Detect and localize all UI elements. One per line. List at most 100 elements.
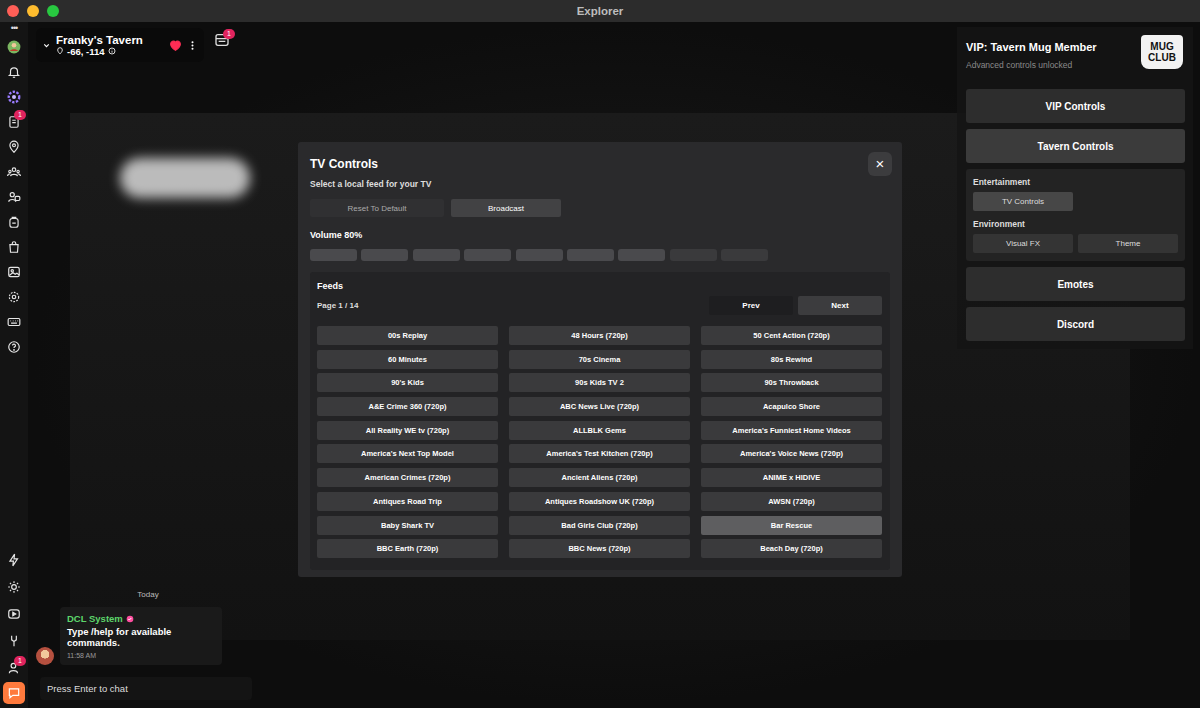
- place-card: Franky's Tavern -66, -114: [36, 28, 204, 62]
- menu-dots[interactable]: •••: [11, 22, 17, 34]
- page-button[interactable]: Next: [798, 296, 882, 315]
- section-title: Entertainment: [973, 177, 1178, 187]
- vip-menu-button[interactable]: VIP Controls: [966, 89, 1185, 123]
- feed-button[interactable]: A&E Crime 360 (720p): [317, 397, 498, 416]
- sidebar-item[interactable]: 1: [2, 109, 26, 134]
- vip-link-button[interactable]: Emotes: [966, 267, 1185, 301]
- feed-button[interactable]: 90s Throwback: [701, 373, 882, 392]
- sender-name[interactable]: DCL System: [67, 613, 215, 624]
- feed-button[interactable]: Antiques Road Trip: [317, 492, 498, 511]
- chat-input[interactable]: [40, 677, 252, 700]
- heart-icon[interactable]: [169, 39, 182, 52]
- world-view[interactable]: Franky's Tavern -66, -114 1VIP: Tavern M…: [28, 22, 1200, 708]
- section-buttons: Visual FX Theme: [973, 234, 1178, 253]
- feed-button[interactable]: AWSN (720p): [701, 492, 882, 511]
- logo-text: MUG: [1150, 41, 1173, 52]
- feed-button[interactable]: 00s Replay: [317, 326, 498, 345]
- bag-icon: [7, 240, 21, 254]
- volume-segment[interactable]: [413, 249, 460, 261]
- sidebar-item[interactable]: [2, 547, 26, 573]
- verified-icon: [126, 615, 134, 623]
- sidebar-item[interactable]: [2, 259, 26, 284]
- feed-button[interactable]: American Crimes (720p): [317, 468, 498, 487]
- feed-button[interactable]: 90's Kids: [317, 373, 498, 392]
- feed-button[interactable]: ANIME x HIDIVE: [701, 468, 882, 487]
- sidebar-item[interactable]: [3, 682, 25, 704]
- feed-button[interactable]: 90s Kids TV 2: [509, 373, 690, 392]
- chat-day: Today: [36, 590, 260, 599]
- sidebar: ••• 1 1: [0, 22, 28, 708]
- feed-button[interactable]: All Reality WE tv (720p): [317, 421, 498, 440]
- volume-segment[interactable]: [361, 249, 408, 261]
- feed-button[interactable]: BBC News (720p): [509, 539, 690, 558]
- pagination: Page 1 / 14PrevNext: [317, 296, 882, 315]
- friends-icon: [7, 190, 21, 204]
- vip-menu-button[interactable]: Tavern Controls: [966, 129, 1185, 163]
- feed-button[interactable]: 80s Rewind: [701, 350, 882, 369]
- feed-button[interactable]: 48 Hours (720p): [509, 326, 690, 345]
- info-icon[interactable]: [108, 47, 116, 55]
- zoom-button[interactable]: [47, 5, 59, 17]
- section-button[interactable]: TV Controls: [973, 192, 1073, 211]
- sidebar-item[interactable]: [2, 209, 26, 234]
- feed-button[interactable]: America's Test Kitchen (720p): [509, 444, 690, 463]
- volume-slider[interactable]: [310, 249, 890, 261]
- feed-button[interactable]: 70s Cinema: [509, 350, 690, 369]
- sidebar-item[interactable]: [2, 59, 26, 84]
- feed-button[interactable]: Bad Girls Club (720p): [509, 516, 690, 535]
- sidebar-item[interactable]: [2, 334, 26, 359]
- feed-button[interactable]: ALLBLK Gems: [509, 421, 690, 440]
- action-button[interactable]: Broadcast: [451, 199, 561, 217]
- vip-link-button[interactable]: Discord: [966, 307, 1185, 341]
- window-title: Explorer: [577, 5, 624, 17]
- feed-button[interactable]: 60 Minutes: [317, 350, 498, 369]
- backpack-icon: [7, 215, 21, 229]
- volume-segment[interactable]: [464, 249, 511, 261]
- volume-segment[interactable]: [670, 249, 717, 261]
- volume-segment[interactable]: [567, 249, 614, 261]
- feed-button[interactable]: America's Voice News (720p): [701, 444, 882, 463]
- feed-button[interactable]: Bar Rescue: [701, 516, 882, 535]
- feed-button[interactable]: America's Funniest Home Videos: [701, 421, 882, 440]
- more-icon[interactable]: [187, 39, 198, 52]
- sidebar-item[interactable]: [2, 34, 26, 59]
- close-button[interactable]: ×: [868, 152, 892, 176]
- action-button[interactable]: Reset To Default: [310, 199, 444, 217]
- sidebar-item[interactable]: [2, 574, 26, 600]
- feed-button[interactable]: Antiques Roadshow UK (720p): [509, 492, 690, 511]
- sun-icon: [7, 580, 21, 594]
- feed-button[interactable]: 50 Cent Action (720p): [701, 326, 882, 345]
- close-button[interactable]: [7, 5, 19, 17]
- volume-segment[interactable]: [721, 249, 768, 261]
- feed-button[interactable]: ABC News Live (720p): [509, 397, 690, 416]
- sidebar-item[interactable]: [2, 309, 26, 334]
- sidebar-item[interactable]: [2, 184, 26, 209]
- volume-segment[interactable]: [310, 249, 357, 261]
- sidebar-item[interactable]: [2, 601, 26, 627]
- controls-panel: EntertainmentTV ControlsEnvironmentVisua…: [966, 169, 1185, 261]
- page-button[interactable]: Prev: [709, 296, 793, 315]
- feed-button[interactable]: Acapulco Shore: [701, 397, 882, 416]
- feed-button[interactable]: BBC Earth (720p): [317, 539, 498, 558]
- sidebar-item[interactable]: [2, 84, 26, 109]
- sidebar-item[interactable]: [2, 628, 26, 654]
- section-button[interactable]: Visual FX: [973, 234, 1073, 253]
- sidebar-item[interactable]: [2, 159, 26, 184]
- feed-button[interactable]: Ancient Aliens (720p): [509, 468, 690, 487]
- notifications-button[interactable]: 1: [214, 32, 232, 50]
- sidebar-item[interactable]: [2, 134, 26, 159]
- section-button[interactable]: Theme: [1078, 234, 1178, 253]
- feeds-panel: FeedsPage 1 / 14PrevNext00s Replay48 Hou…: [310, 272, 890, 570]
- sidebar-item[interactable]: 1: [2, 655, 26, 681]
- collapse-icon[interactable]: [42, 41, 51, 50]
- volume-segment[interactable]: [516, 249, 563, 261]
- people-icon: [7, 165, 21, 179]
- sender-avatar[interactable]: [36, 647, 54, 665]
- feed-button[interactable]: Baby Shark TV: [317, 516, 498, 535]
- feed-button[interactable]: America's Next Top Model: [317, 444, 498, 463]
- volume-segment[interactable]: [618, 249, 665, 261]
- sidebar-item[interactable]: [2, 284, 26, 309]
- minimize-button[interactable]: [27, 5, 39, 17]
- sidebar-item[interactable]: [2, 234, 26, 259]
- feed-button[interactable]: Beach Day (720p): [701, 539, 882, 558]
